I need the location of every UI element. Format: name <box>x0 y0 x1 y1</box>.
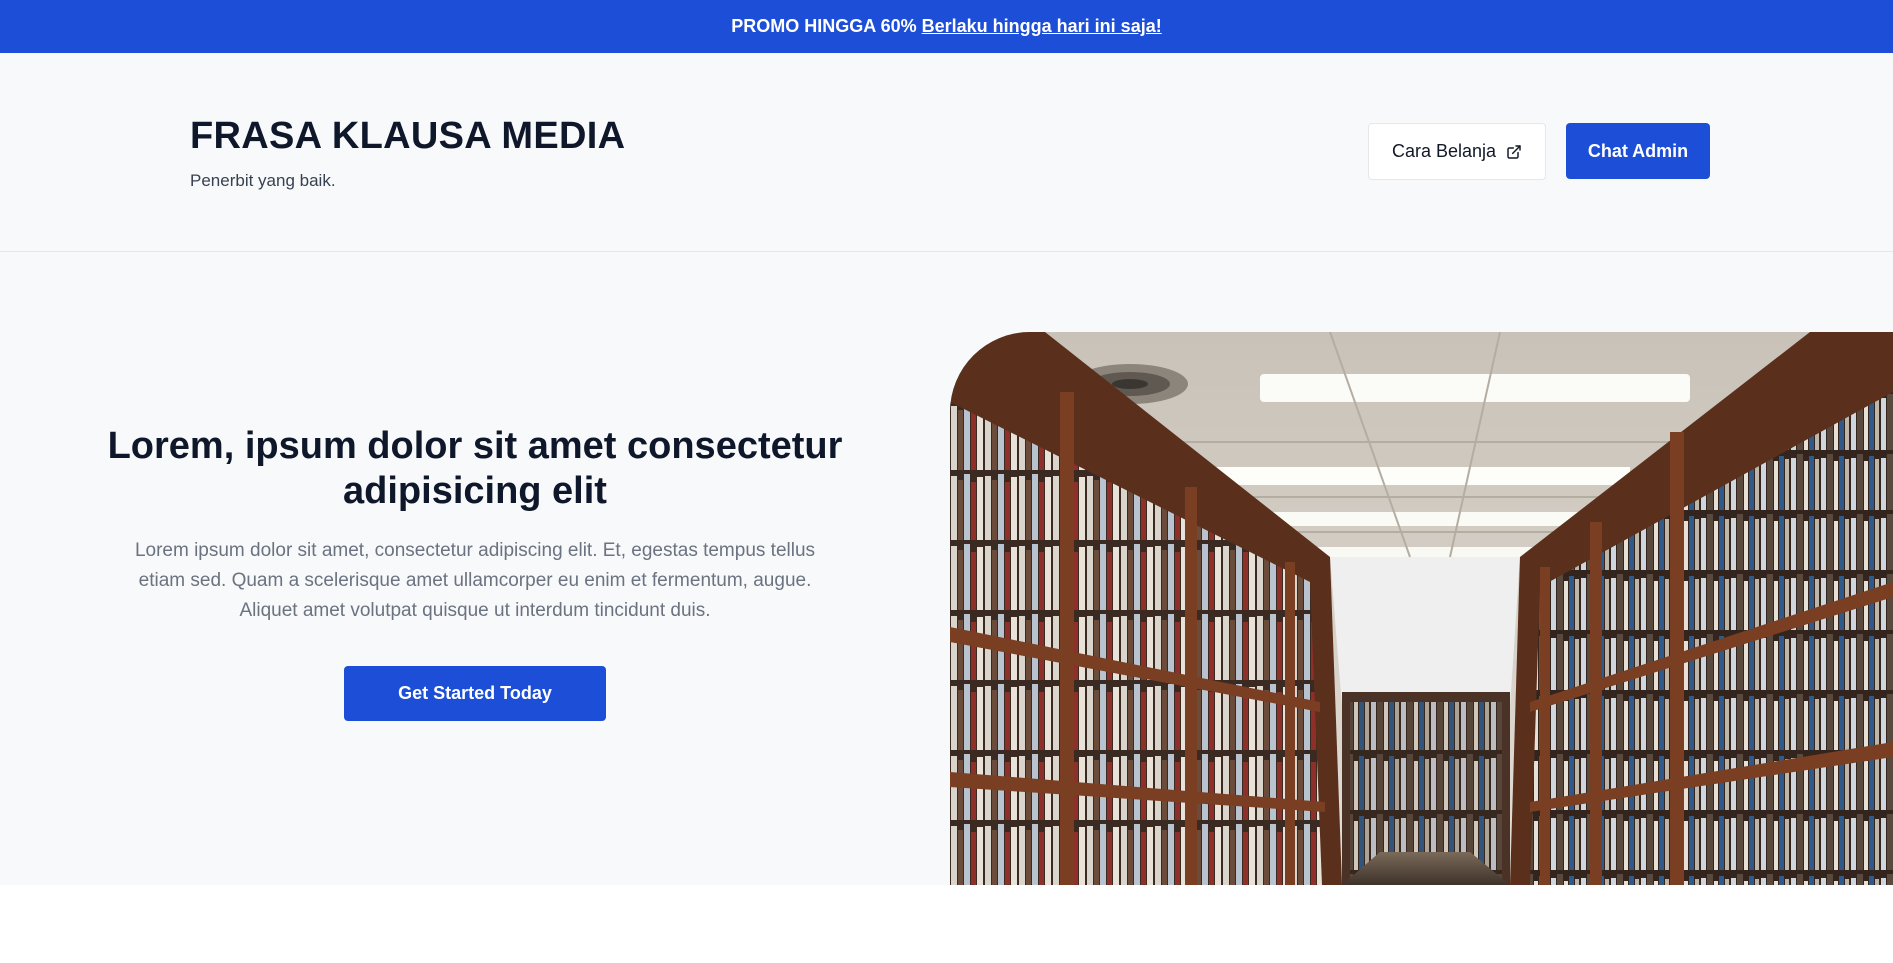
brand-subtitle: Penerbit yang baik. <box>190 171 336 190</box>
hero-image <box>950 332 1893 885</box>
library-bookshelves-photo <box>950 332 1893 885</box>
hero-content: Lorem, ipsum dolor sit amet consectetur … <box>90 424 860 721</box>
get-started-button[interactable]: Get Started Today <box>344 666 606 721</box>
hero-section: Lorem, ipsum dolor sit amet consectetur … <box>0 252 1893 885</box>
cara-belanja-button[interactable]: Cara Belanja <box>1368 123 1546 180</box>
external-link-icon <box>1507 144 1521 159</box>
chat-admin-button[interactable]: Chat Admin <box>1566 123 1710 179</box>
promo-banner: PROMO HINGGA 60% Berlaku hingga hari ini… <box>0 0 1893 53</box>
cara-belanja-label: Cara Belanja <box>1391 141 1497 161</box>
brand-title[interactable]: FRASA KLAUSA MEDIA <box>190 115 625 158</box>
promo-text: PROMO HINGGA 60% <box>731 16 917 36</box>
promo-link[interactable]: Berlaku hingga hari ini saja! <box>922 16 1162 37</box>
hero-description: Lorem ipsum dolor sit amet, consectetur … <box>134 540 816 621</box>
hero-title: Lorem, ipsum dolor sit amet consectetur … <box>107 425 843 512</box>
site-header: FRASA KLAUSA MEDIA Penerbit yang baik. C… <box>0 53 1893 252</box>
